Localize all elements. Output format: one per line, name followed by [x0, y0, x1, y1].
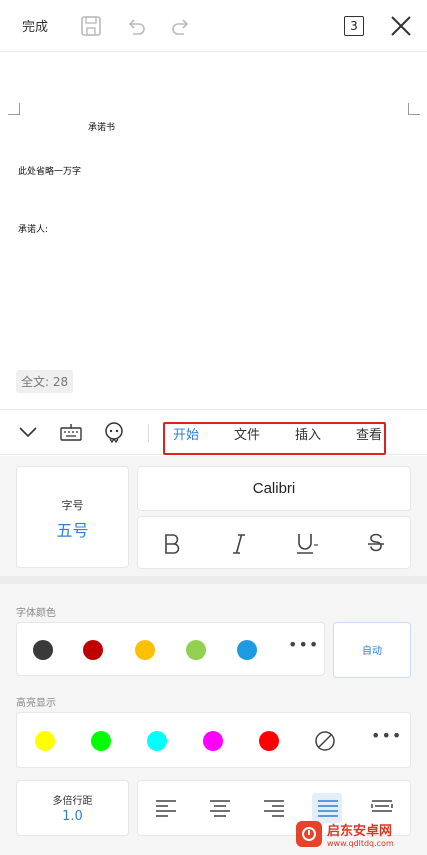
page-corner-marker	[8, 103, 20, 115]
highlight-color-group: •••	[16, 712, 411, 768]
more-highlights-icon[interactable]: •••	[371, 726, 402, 745]
highlight-label: 高亮显示	[16, 698, 56, 709]
font-size-value: 五号	[56, 521, 89, 540]
close-icon[interactable]	[387, 12, 415, 40]
line-spacing-button[interactable]: 多倍行距 1.0	[16, 780, 129, 836]
format-panel: 字号 五号 Calibri 字体颜色 ••• 自动 高亮显示 ••• 多倍行距 …	[0, 456, 427, 855]
font-size-button[interactable]: 字号 五号	[16, 466, 129, 568]
font-color-swatch[interactable]	[237, 640, 257, 660]
word-count-badge: 全文: 28	[16, 370, 74, 393]
save-icon[interactable]	[77, 12, 105, 40]
more-colors-icon[interactable]: •••	[288, 635, 319, 654]
chevron-down-icon[interactable]	[15, 419, 41, 445]
keyboard-icon[interactable]	[58, 419, 84, 445]
align-left-icon[interactable]	[155, 799, 177, 817]
document-area[interactable]: 承诺书 此处省略一万字 承诺人: 全文: 28	[0, 53, 427, 450]
done-button[interactable]: 完成	[22, 16, 48, 35]
line-spacing-value: 1.0	[62, 809, 83, 824]
font-name-button[interactable]: Calibri	[137, 466, 411, 511]
document-signature-line: 承诺人:	[18, 225, 49, 235]
font-name-value: Calibri	[252, 480, 296, 497]
font-color-label: 字体颜色	[16, 608, 56, 619]
page-corner-marker	[408, 103, 420, 115]
highlight-color-swatch[interactable]	[147, 731, 167, 751]
ribbon-tab-bar: 开始 文件 插入 查看	[0, 409, 427, 455]
bold-button[interactable]	[157, 529, 187, 559]
site-watermark: 启东安卓网 www.qdltdq.com	[296, 812, 427, 855]
undo-icon[interactable]	[122, 12, 150, 40]
no-highlight-icon[interactable]	[314, 730, 336, 752]
document-title: 承诺书	[88, 123, 116, 133]
font-color-swatch[interactable]	[135, 640, 155, 660]
highlight-color-swatch[interactable]	[91, 731, 111, 751]
document-body-line: 此处省略一万字	[18, 167, 82, 177]
page-count-button[interactable]: 3	[344, 16, 364, 36]
highlight-color-swatch[interactable]	[259, 731, 279, 751]
watermark-url: www.qdltdq.com	[327, 838, 394, 848]
font-size-label: 字号	[61, 499, 84, 512]
text-style-group	[137, 516, 411, 569]
line-spacing-label: 多倍行距	[52, 796, 93, 807]
tabs-highlight-box	[163, 422, 386, 455]
font-color-group: •••	[16, 622, 325, 676]
voice-assistant-icon[interactable]	[101, 419, 127, 445]
redo-icon[interactable]	[167, 12, 195, 40]
italic-button[interactable]	[224, 529, 254, 559]
strikethrough-button[interactable]	[361, 529, 391, 559]
auto-color-button[interactable]: 自动	[333, 622, 411, 678]
underline-button[interactable]	[292, 529, 322, 559]
align-center-icon[interactable]	[209, 799, 231, 817]
font-color-swatch[interactable]	[186, 640, 206, 660]
tab-separator	[148, 424, 149, 442]
watermark-logo-icon	[296, 820, 322, 847]
font-color-swatch[interactable]	[83, 640, 103, 660]
align-right-icon[interactable]	[263, 799, 285, 817]
auto-color-label: 自动	[362, 646, 382, 657]
highlight-color-swatch[interactable]	[35, 731, 55, 751]
highlight-color-swatch[interactable]	[203, 731, 223, 751]
font-color-swatch[interactable]	[33, 640, 53, 660]
watermark-name: 启东安卓网	[327, 823, 393, 839]
top-toolbar: 完成 3	[0, 0, 427, 52]
section-divider	[0, 576, 427, 584]
